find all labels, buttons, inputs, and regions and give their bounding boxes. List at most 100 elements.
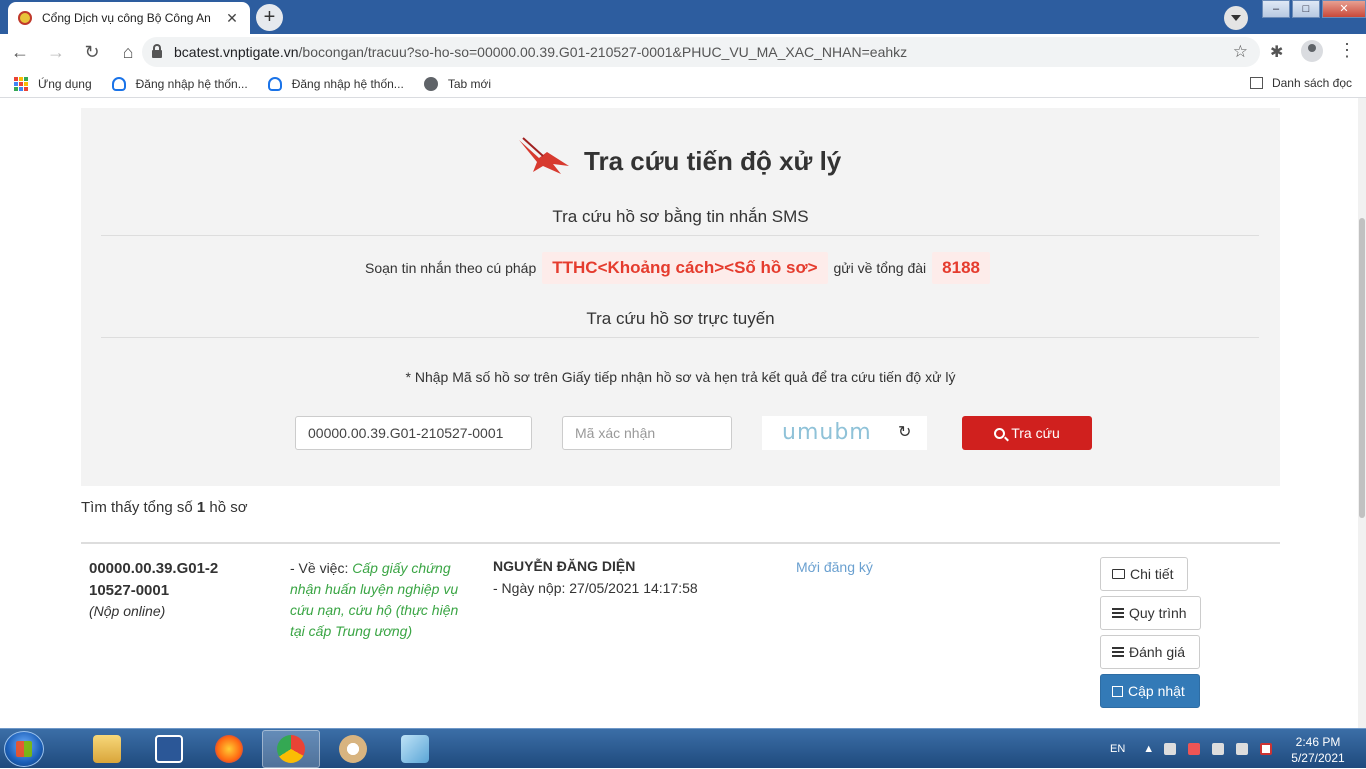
tab-search-button[interactable] <box>1224 6 1248 30</box>
windows-taskbar: EN ▲ 2:46 PM 5/27/2021 <box>0 728 1366 768</box>
reading-list-icon <box>1249 77 1263 89</box>
results-prefix: Tìm thấy tổng số <box>81 499 193 516</box>
divider <box>81 542 1280 544</box>
status-badge: Mới đăng ký <box>796 559 873 575</box>
page-title: Tra cứu tiến độ xử lý <box>584 146 842 176</box>
cloud-icon <box>111 76 126 91</box>
folder-open-icon <box>1112 569 1125 579</box>
results-count: Tìm thấy tổng số 1 hồ sơ <box>81 499 248 516</box>
reading-list-button[interactable]: Danh sách đọc <box>1249 76 1352 90</box>
app-taskbar-icon[interactable] <box>386 730 444 768</box>
emblem-logo-icon <box>519 137 569 174</box>
close-window-button[interactable]: ✕ <box>1322 0 1366 18</box>
window-controls: – □ ✕ <box>1260 0 1366 18</box>
search-panel: Tra cứu tiến độ xử lý Tra cứu hồ sơ bằng… <box>81 108 1280 486</box>
firefox-taskbar-icon[interactable] <box>200 730 258 768</box>
tab-bar: Cổng Dịch vụ công Bộ Công An ✕ + – □ ✕ <box>0 0 1366 34</box>
search-button-label: Tra cứu <box>1011 425 1060 441</box>
apps-grid-icon <box>14 76 28 91</box>
maximize-button[interactable]: □ <box>1292 0 1320 18</box>
cloud-icon <box>267 76 282 91</box>
record-channel: (Nộp online) <box>89 603 166 619</box>
list-icon <box>1112 647 1124 657</box>
show-hidden-icons[interactable]: ▲ <box>1143 743 1154 755</box>
new-tab-button[interactable]: + <box>256 4 283 31</box>
results-number: 1 <box>196 499 206 516</box>
forward-button[interactable]: → <box>40 36 72 68</box>
update-label: Cập nhật <box>1128 683 1185 699</box>
details-label: Chi tiết <box>1130 566 1174 582</box>
details-button[interactable]: Chi tiết <box>1100 557 1188 591</box>
language-indicator[interactable]: EN <box>1110 743 1125 755</box>
paint-taskbar-icon[interactable] <box>324 730 382 768</box>
update-button[interactable]: Cập nhật <box>1100 674 1200 708</box>
url-text: bcatest.vnptigate.vn/bocongan/tracuu?so-… <box>174 44 908 60</box>
search-icon <box>994 427 1006 439</box>
process-label: Quy trình <box>1129 605 1187 621</box>
system-tray: EN ▲ <box>1100 729 1284 769</box>
flag-icon[interactable] <box>1236 743 1249 755</box>
list-icon <box>1112 608 1124 618</box>
search-note: * Nhập Mã số hồ sơ trên Giấy tiếp nhận h… <box>405 369 956 385</box>
divider <box>101 337 1259 338</box>
start-button[interactable] <box>4 731 44 767</box>
reading-list-label: Danh sách đọc <box>1271 76 1352 90</box>
submit-date: - Ngày nộp: 27/05/2021 14:17:58 <box>493 580 698 596</box>
divider <box>101 235 1259 236</box>
bookmark-label: Tab mới <box>447 76 492 91</box>
edit-icon <box>1112 685 1123 697</box>
sms-section-title: Tra cứu hồ sơ bằng tin nhắn SMS <box>552 207 809 226</box>
vivaldi-tray-icon[interactable] <box>1260 743 1273 755</box>
process-button[interactable]: Quy trình <box>1100 596 1201 630</box>
clock-date: 5/27/2021 <box>1291 751 1345 765</box>
sms-syntax-badge: TTHC<Khoảng cách><Số hồ sơ> <box>542 252 828 284</box>
bookmark-star-icon[interactable]: ☆ <box>1233 42 1248 62</box>
sms-prefix-text: Soạn tin nhắn theo cú pháp <box>364 260 537 276</box>
sms-instructions: Soạn tin nhắn theo cú pháp TTHC<Khoảng c… <box>81 252 1280 284</box>
home-button[interactable]: ⌂ <box>112 36 144 68</box>
globe-icon <box>423 76 438 91</box>
chevron-down-icon <box>1231 15 1241 21</box>
network-icon[interactable] <box>1212 743 1225 755</box>
reload-button[interactable]: ↻ <box>76 36 108 68</box>
bookmark-apps[interactable]: Ứng dụng <box>14 76 92 91</box>
word-taskbar-icon[interactable] <box>140 730 198 768</box>
extensions-icon[interactable]: ✱ <box>1270 42 1283 62</box>
explorer-taskbar-icon[interactable] <box>78 730 136 768</box>
bookmark-label: Đăng nhập hệ thốn... <box>135 76 248 91</box>
bookmarks-bar: Ứng dụng Đăng nhập hệ thốn... Đăng nhập … <box>0 70 1366 98</box>
bookmark-new-tab[interactable]: Tab mới <box>423 76 492 91</box>
tab-title: Cổng Dịch vụ công Bộ Công An <box>42 11 211 25</box>
rate-button[interactable]: Đánh giá <box>1100 635 1200 669</box>
bookmark-label: Đăng nhập hệ thốn... <box>291 76 404 91</box>
record-subject: - Về việc: Cấp giấy chứng nhận huấn luyệ… <box>290 558 470 642</box>
browser-tab[interactable]: Cổng Dịch vụ công Bộ Công An ✕ <box>8 2 250 34</box>
rate-label: Đánh giá <box>1129 644 1186 660</box>
captcha-text: umubm <box>782 420 872 445</box>
search-button[interactable]: Tra cứu <box>962 416 1092 450</box>
toolbar: ← → ↻ ⌂ bcatest.vnptigate.vn/bocongan/tr… <box>0 34 1366 70</box>
tray-app-icon[interactable] <box>1164 743 1177 755</box>
refresh-captcha-icon[interactable]: ↻ <box>898 422 911 442</box>
profile-avatar[interactable] <box>1301 40 1323 62</box>
bookmark-login-1[interactable]: Đăng nhập hệ thốn... <box>111 76 248 91</box>
close-tab-icon[interactable]: ✕ <box>224 10 240 27</box>
lock-icon <box>152 44 162 58</box>
bookmark-label: Ứng dụng <box>38 76 92 91</box>
minimize-button[interactable]: – <box>1262 0 1290 18</box>
menu-kebab-icon[interactable]: ⋮ <box>1338 40 1356 61</box>
dossier-number-input[interactable]: 00000.00.39.G01-210527-0001 <box>295 416 532 450</box>
captcha-input[interactable]: Mã xác nhận <box>562 416 732 450</box>
address-bar[interactable]: bcatest.vnptigate.vn/bocongan/tracuu?so-… <box>142 37 1260 67</box>
captcha-image: umubm ↻ <box>762 416 927 450</box>
applicant-name: NGUYỄN ĐĂNG DIỆN <box>493 558 636 574</box>
back-button[interactable]: ← <box>4 36 36 68</box>
bookmark-login-2[interactable]: Đăng nhập hệ thốn... <box>267 76 404 91</box>
subject-label: - Về việc: <box>290 560 349 576</box>
scrollbar-thumb[interactable] <box>1359 218 1365 518</box>
page-scrollbar[interactable] <box>1358 98 1366 728</box>
sms-middle-text: gửi về tổng đài <box>833 260 927 276</box>
volume-icon[interactable] <box>1188 743 1201 755</box>
chrome-taskbar-icon[interactable] <box>262 730 320 768</box>
system-clock[interactable]: 2:46 PM 5/27/2021 <box>1283 734 1353 766</box>
